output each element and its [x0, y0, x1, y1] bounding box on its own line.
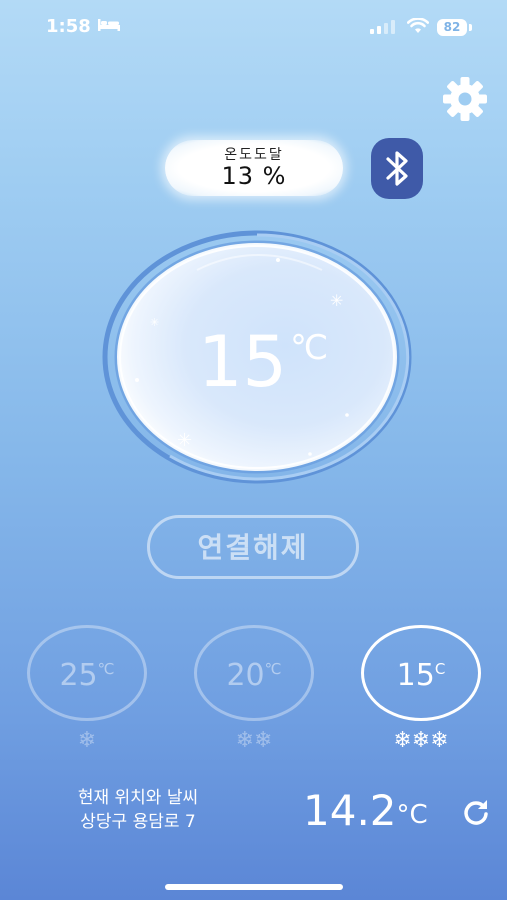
set-temperature-unit: ℃ [290, 328, 329, 368]
preset-unit: ℃ [264, 660, 282, 678]
set-temperature-value: 15 [198, 321, 288, 403]
svg-text:✳: ✳ [177, 430, 192, 451]
arrival-value: 13 % [221, 162, 287, 190]
disconnect-button[interactable]: 연결해제 [147, 515, 359, 579]
preset-unit: C [434, 660, 446, 678]
snowflake-icon: ❄ [77, 728, 97, 753]
preset-15-button[interactable]: 15C [361, 625, 481, 721]
location-address: 상당구 용담로 7 [80, 812, 196, 832]
refresh-icon[interactable] [461, 797, 491, 827]
preset-unit: ℃ [97, 660, 115, 678]
battery-icon: 82 [437, 19, 467, 36]
preset-25-button[interactable]: 25℃ [27, 625, 147, 721]
snowflake-icon: ❄❄❄ [393, 728, 449, 753]
snowflake-icon: ❄❄ [235, 728, 273, 753]
wifi-icon [407, 18, 429, 33]
bluetooth-button[interactable] [371, 138, 423, 199]
current-temperature: 14.2°C [303, 786, 428, 835]
svg-text:✳: ✳ [150, 316, 159, 329]
status-time: 1:58 [46, 16, 91, 37]
current-temperature-unit: °C [396, 800, 428, 830]
svg-text:✳: ✳ [330, 291, 343, 310]
preset-value: 15C [396, 658, 446, 693]
preset-value: 25℃ [59, 658, 115, 693]
home-indicator[interactable] [165, 884, 343, 890]
preset-20-button[interactable]: 20℃ [194, 625, 314, 721]
bluetooth-icon [386, 151, 408, 186]
location-title: 현재 위치와 날씨 [77, 788, 199, 808]
gear-icon[interactable] [442, 76, 488, 122]
temperature-arrival-display: 온도도달 13 % [165, 140, 343, 196]
bed-icon [98, 19, 120, 31]
battery-nub [469, 24, 472, 31]
location-weather: 현재 위치와 날씨 상당구 용담로 7 [38, 786, 238, 834]
signal-icon [370, 20, 395, 34]
app-screen: 1:58 82 온도도달 13 % ✳ ✳ ✳ 15 ℃ 연결해제 25℃ 20… [0, 0, 507, 900]
preset-value: 20℃ [226, 658, 282, 693]
status-bar: 1:58 82 [0, 0, 507, 56]
arrival-label: 온도도달 [224, 147, 284, 163]
